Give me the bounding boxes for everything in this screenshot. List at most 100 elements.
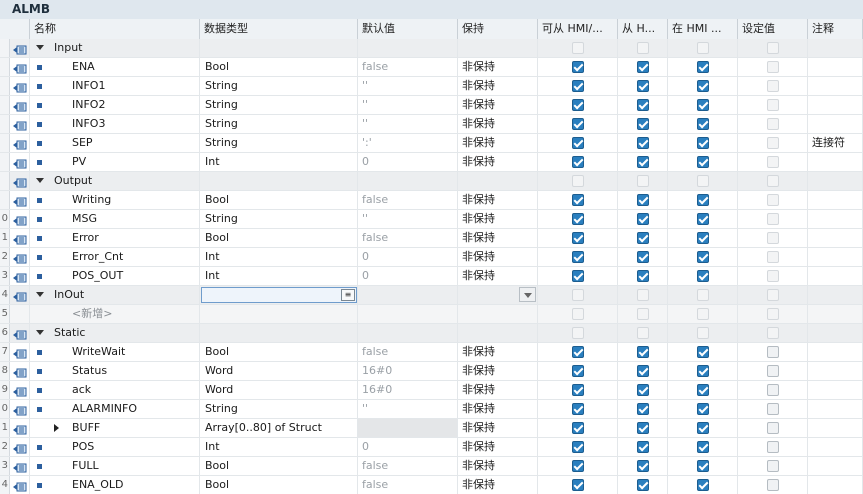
hmi-access-checkbox[interactable] (572, 460, 584, 472)
setpoint-checkbox[interactable] (767, 365, 779, 377)
comment-cell[interactable] (808, 324, 863, 342)
data-type-cell[interactable]: Bool (200, 58, 358, 76)
name-cell[interactable]: WriteWait (30, 343, 200, 361)
data-type-cell[interactable]: String (200, 210, 358, 228)
retain-cell[interactable]: 非保持 (458, 248, 538, 266)
hmi-visible-checkbox[interactable] (697, 422, 709, 434)
setpoint-checkbox[interactable] (767, 346, 779, 358)
hmi-write-checkbox[interactable] (637, 479, 649, 491)
data-type-cell[interactable]: Int (200, 153, 358, 171)
hmi-access-checkbox[interactable] (572, 61, 584, 73)
expand-triangle-icon[interactable] (36, 330, 44, 335)
default-value-cell[interactable]: 16#0 (358, 362, 458, 380)
data-type-cell[interactable]: Bool (200, 229, 358, 247)
default-value-cell[interactable]: false (358, 343, 458, 361)
name-cell[interactable]: POS (30, 438, 200, 456)
name-cell[interactable]: FULL (30, 457, 200, 475)
header-comment[interactable]: 注释 (808, 19, 863, 39)
default-value-cell[interactable]: false (358, 191, 458, 209)
retain-cell[interactable]: 非保持 (458, 115, 538, 133)
retain-cell[interactable]: 非保持 (458, 58, 538, 76)
data-type-cell[interactable] (200, 172, 358, 190)
hmi-access-checkbox[interactable] (572, 441, 584, 453)
name-cell[interactable]: Output (30, 172, 200, 190)
hmi-visible-checkbox[interactable] (697, 479, 709, 491)
name-cell[interactable]: INFO1 (30, 77, 200, 95)
table-row[interactable]: SEP String ':' 非保持 连接符 (0, 134, 863, 153)
hmi-access-checkbox[interactable] (572, 270, 584, 282)
table-row[interactable]: Input (0, 39, 863, 58)
data-type-cell[interactable]: Word (200, 381, 358, 399)
comment-cell[interactable] (808, 400, 863, 418)
default-value-cell[interactable]: 0 (358, 153, 458, 171)
header-hmi-visible[interactable]: 在 HMI ... (668, 19, 738, 39)
name-cell[interactable]: <新增> (30, 305, 200, 323)
table-row[interactable]: PV Int 0 非保持 (0, 153, 863, 172)
default-value-cell[interactable] (358, 305, 458, 323)
name-cell[interactable]: PV (30, 153, 200, 171)
hmi-write-checkbox[interactable] (637, 232, 649, 244)
name-cell[interactable]: INFO2 (30, 96, 200, 114)
setpoint-checkbox[interactable] (767, 384, 779, 396)
retain-cell[interactable]: 非保持 (458, 210, 538, 228)
data-type-cell[interactable]: Bool (200, 343, 358, 361)
retain-cell[interactable]: 非保持 (458, 77, 538, 95)
retain-cell[interactable]: 非保持 (458, 400, 538, 418)
default-value-cell[interactable] (358, 39, 458, 57)
table-row[interactable]: 8 Status Word 16#0 非保持 (0, 362, 863, 381)
name-cell[interactable]: BUFF (30, 419, 200, 437)
default-value-cell[interactable] (358, 286, 458, 304)
name-cell[interactable]: Input (30, 39, 200, 57)
default-value-cell[interactable]: '' (358, 77, 458, 95)
default-value-cell[interactable]: 16#0 (358, 381, 458, 399)
table-row[interactable]: 1 Error Bool false 非保持 (0, 229, 863, 248)
default-value-cell[interactable]: '' (358, 96, 458, 114)
table-row[interactable]: INFO1 String '' 非保持 (0, 77, 863, 96)
default-value-cell[interactable]: '' (358, 115, 458, 133)
comment-cell[interactable]: 连接符 (808, 134, 863, 152)
expand-triangle-icon[interactable] (36, 45, 44, 50)
hmi-access-checkbox[interactable] (572, 346, 584, 358)
retain-cell[interactable]: 非保持 (458, 457, 538, 475)
hmi-write-checkbox[interactable] (637, 441, 649, 453)
data-type-cell[interactable]: Int (200, 267, 358, 285)
hmi-write-checkbox[interactable] (637, 194, 649, 206)
header-hmi-access[interactable]: 可从 HMI/... (538, 19, 618, 39)
retain-cell[interactable] (458, 305, 538, 323)
hmi-access-checkbox[interactable] (572, 479, 584, 491)
retain-cell[interactable]: 非保持 (458, 229, 538, 247)
setpoint-checkbox[interactable] (767, 460, 779, 472)
name-cell[interactable]: Writing (30, 191, 200, 209)
hmi-write-checkbox[interactable] (637, 422, 649, 434)
retain-dropdown-button[interactable] (519, 287, 536, 302)
hmi-access-checkbox[interactable] (572, 232, 584, 244)
retain-cell[interactable]: 非保持 (458, 476, 538, 494)
table-row[interactable]: 4 InOut ≡ (0, 286, 863, 305)
data-type-cell[interactable]: String (200, 134, 358, 152)
hmi-write-checkbox[interactable] (637, 251, 649, 263)
comment-cell[interactable] (808, 39, 863, 57)
setpoint-checkbox[interactable] (767, 422, 779, 434)
default-value-cell[interactable]: '' (358, 210, 458, 228)
comment-cell[interactable] (808, 58, 863, 76)
header-type[interactable]: 数据类型 (200, 19, 358, 39)
default-value-cell[interactable]: false (358, 457, 458, 475)
data-type-cell[interactable]: Bool (200, 476, 358, 494)
default-value-cell[interactable]: false (358, 58, 458, 76)
hmi-write-checkbox[interactable] (637, 365, 649, 377)
default-value-cell[interactable]: 0 (358, 267, 458, 285)
name-cell[interactable]: SEP (30, 134, 200, 152)
data-type-cell[interactable]: String (200, 77, 358, 95)
default-value-cell[interactable] (358, 419, 458, 437)
hmi-write-checkbox[interactable] (637, 270, 649, 282)
hmi-access-checkbox[interactable] (572, 365, 584, 377)
hmi-visible-checkbox[interactable] (697, 441, 709, 453)
expand-triangle-icon[interactable] (36, 178, 44, 183)
table-row[interactable]: INFO3 String '' 非保持 (0, 115, 863, 134)
expand-triangle-icon[interactable] (36, 292, 44, 297)
name-cell[interactable]: MSG (30, 210, 200, 228)
hmi-write-checkbox[interactable] (637, 346, 649, 358)
default-value-cell[interactable]: false (358, 229, 458, 247)
table-row[interactable]: 4 ENA_OLD Bool false 非保持 (0, 476, 863, 494)
header-name[interactable]: 名称 (30, 19, 200, 39)
